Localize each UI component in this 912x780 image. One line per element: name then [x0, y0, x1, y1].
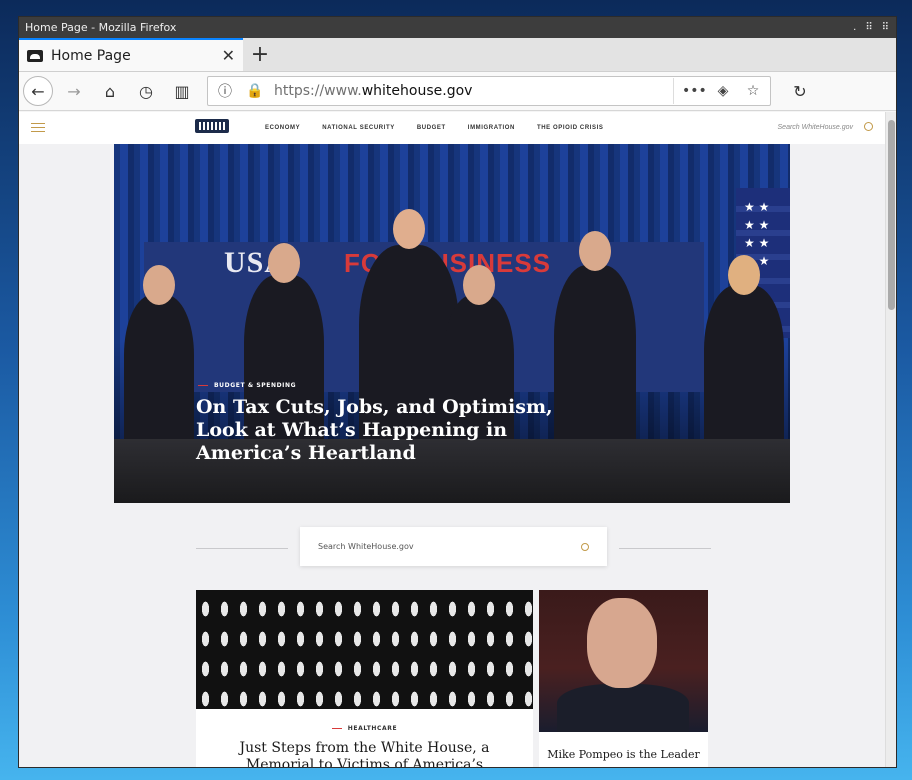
lock-icon: 🔒	[246, 83, 264, 99]
url-text[interactable]: https://www.whitehouse.gov	[274, 83, 665, 99]
search-placeholder: Search WhiteHouse.gov	[318, 542, 414, 551]
hero-category-tag[interactable]: BUDGET & SPENDING	[198, 382, 296, 389]
menu-item-national-security[interactable]: NATIONAL SECURITY	[322, 125, 395, 131]
history-button[interactable]: ◷	[131, 76, 161, 106]
page-scrollbar[interactable]	[885, 112, 896, 767]
title-bar: Home Page - Mozilla Firefox . ⠿ ⠿	[19, 17, 896, 38]
scrollbar-thumb[interactable]	[888, 120, 895, 310]
close-tab-icon[interactable]: ✕	[222, 46, 235, 65]
minimize-button[interactable]: .	[853, 22, 857, 33]
back-button[interactable]: ←	[23, 76, 53, 106]
article-title[interactable]: Just Steps from the White House, a Memor…	[196, 740, 533, 767]
page-actions-icon[interactable]: •••	[682, 83, 707, 99]
bookmark-star-icon[interactable]: ☆	[742, 83, 764, 99]
article-image	[196, 590, 533, 709]
sidebar-button[interactable]: ▥	[167, 76, 197, 106]
hero-image[interactable]: USA FOR BUSINESS BUDGET & SPENDING On Ta…	[114, 144, 790, 503]
site-header: ECONOMY NATIONAL SECURITY BUDGET IMMIGRA…	[19, 112, 885, 144]
home-button[interactable]: ⌂	[95, 76, 125, 106]
header-search-input[interactable]: Search WhiteHouse.gov	[778, 124, 853, 131]
forward-button[interactable]: →	[59, 76, 89, 106]
window-controls: . ⠿ ⠿	[853, 22, 890, 33]
site-menu: ECONOMY NATIONAL SECURITY BUDGET IMMIGRA…	[265, 125, 604, 131]
person	[704, 255, 784, 445]
maximize-button[interactable]: ⠿	[865, 22, 873, 33]
url-separator	[673, 78, 674, 104]
article-card-memorial[interactable]: HEALTHCARE Just Steps from the White Hou…	[196, 590, 533, 767]
article-category-tag[interactable]: HEALTHCARE	[196, 725, 533, 732]
search-icon[interactable]	[864, 122, 873, 131]
divider-left	[196, 548, 288, 549]
reload-button[interactable]: ↻	[785, 76, 815, 106]
article-title[interactable]: Mike Pompeo is the Leader	[539, 748, 708, 761]
menu-item-economy[interactable]: ECONOMY	[265, 125, 300, 131]
info-icon[interactable]: ⓘ	[214, 81, 236, 101]
navigation-toolbar: ← → ⌂ ◷ ▥ ⓘ 🔒 https://www.whitehouse.gov…	[19, 72, 896, 111]
hero-headline-link[interactable]: On Tax Cuts, Jobs, and Optimism, Look at…	[196, 396, 596, 465]
menu-item-budget[interactable]: BUDGET	[417, 125, 446, 131]
whitehouse-favicon-icon	[27, 49, 43, 62]
close-window-button[interactable]: ⠿	[882, 22, 890, 33]
browser-window: Home Page - Mozilla Firefox . ⠿ ⠿ Home P…	[18, 16, 897, 768]
search-icon[interactable]	[581, 542, 589, 551]
menu-item-immigration[interactable]: IMMIGRATION	[468, 125, 515, 131]
person	[124, 265, 194, 445]
url-bar[interactable]: ⓘ 🔒 https://www.whitehouse.gov ••• ◈ ☆	[207, 76, 771, 106]
menu-item-opioid-crisis[interactable]: THE OPIOID CRISIS	[537, 125, 604, 131]
window-title: Home Page - Mozilla Firefox	[25, 21, 177, 34]
new-tab-button[interactable]: +	[243, 38, 277, 71]
pocket-icon[interactable]: ◈	[712, 83, 734, 99]
tab-label: Home Page	[51, 47, 131, 64]
whitehouse-logo[interactable]	[195, 119, 229, 133]
main-search-input[interactable]: Search WhiteHouse.gov	[300, 527, 607, 566]
article-card-pompeo[interactable]: Mike Pompeo is the Leader	[539, 590, 708, 767]
web-page: ECONOMY NATIONAL SECURITY BUDGET IMMIGRA…	[19, 112, 896, 767]
divider-right	[619, 548, 711, 549]
tab-home-page[interactable]: Home Page ✕	[19, 38, 243, 71]
pompeo-portrait-image	[539, 590, 708, 732]
hamburger-menu-icon[interactable]	[31, 123, 45, 135]
tab-strip: Home Page ✕ +	[19, 38, 896, 72]
